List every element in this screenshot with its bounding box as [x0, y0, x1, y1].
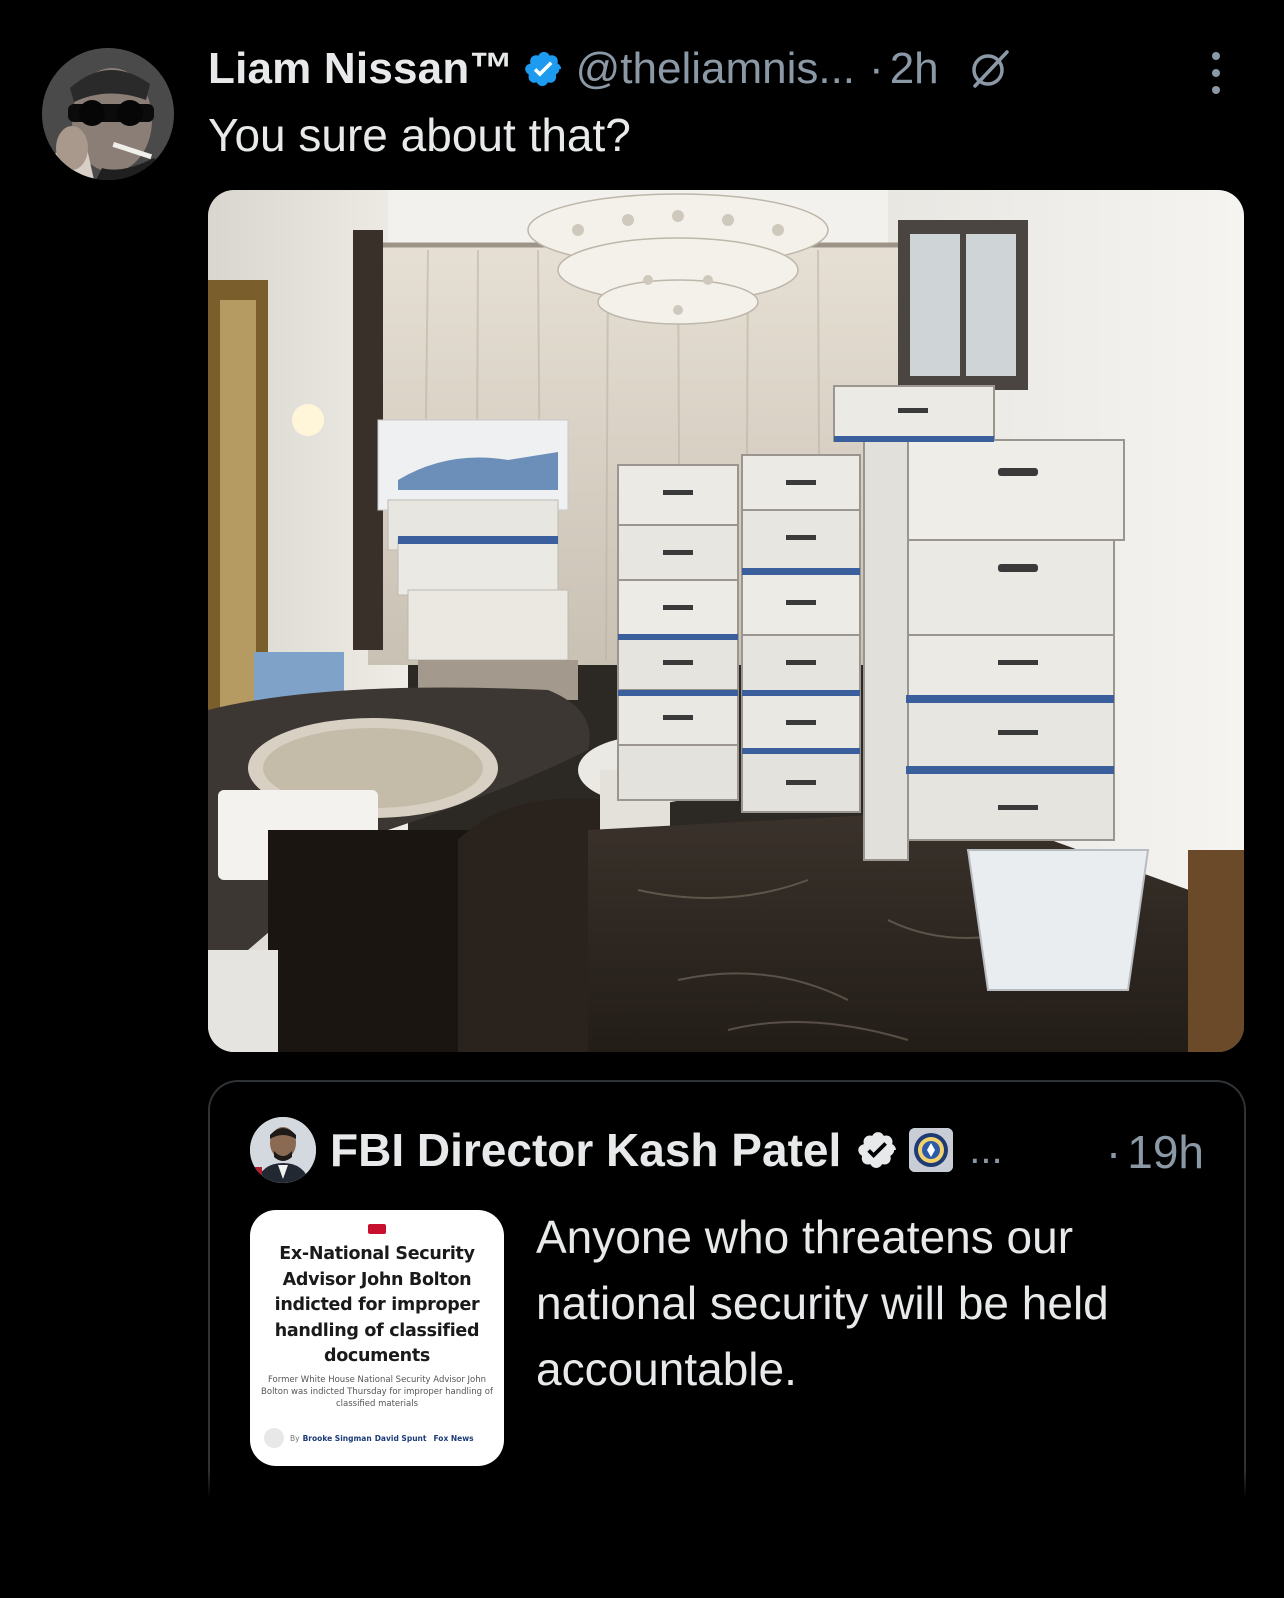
quoted-header: FBI Director Kash Patel ...	[330, 1120, 1003, 1180]
article-tag	[368, 1224, 386, 1234]
grok-icon[interactable]	[967, 46, 1013, 92]
verified-badge-icon[interactable]	[524, 49, 564, 89]
byline-publisher: Fox News	[433, 1433, 474, 1443]
separator-dot: ·	[1105, 1126, 1122, 1178]
article-subtitle: Former White House National Security Adv…	[261, 1375, 493, 1409]
author-avatar-icon	[264, 1428, 284, 1448]
article-title: Ex-National Security Advisor John Bolton…	[274, 1244, 480, 1366]
display-name[interactable]: Liam Nissan™	[208, 44, 514, 94]
fbi-seal-icon[interactable]	[909, 1128, 954, 1172]
verified-badge-icon[interactable]	[857, 1129, 899, 1171]
quoted-post[interactable]: FBI Director Kash Patel ... · 19h Ex-Nat…	[208, 1080, 1246, 1502]
avatar[interactable]	[42, 48, 174, 180]
quoted-avatar[interactable]	[250, 1117, 316, 1183]
article-byline: By Brooke Singman David Spunt Fox News	[264, 1428, 494, 1448]
post-photo[interactable]	[208, 190, 1244, 1052]
post-header: Liam Nissan™ @theliamnis... · 2h	[208, 40, 1013, 98]
timestamp[interactable]: 2h	[890, 44, 939, 94]
quoted-timestamp[interactable]: 19h	[1127, 1125, 1204, 1179]
quoted-post-text: Anyone who threatens our national securi…	[536, 1211, 1109, 1395]
post-text: You sure about that?	[208, 109, 631, 161]
quoted-display-name[interactable]: FBI Director Kash Patel	[330, 1123, 841, 1177]
handle[interactable]: @theliamnis...	[576, 44, 855, 94]
quote-fade	[200, 1470, 1260, 1510]
separator-dot: ·	[869, 44, 884, 93]
article-preview-card[interactable]: Ex-National Security Advisor John Bolton…	[250, 1210, 504, 1466]
quoted-timestamp-wrap: · 19h	[1106, 1122, 1204, 1182]
byline-author-2: David Spunt	[374, 1433, 427, 1443]
byline-author-1: Brooke Singman	[302, 1433, 372, 1443]
more-vertical-icon[interactable]	[1202, 48, 1230, 98]
byline-prefix: By	[290, 1433, 300, 1443]
post[interactable]: Liam Nissan™ @theliamnis... · 2h You sur…	[0, 0, 1284, 1598]
truncation-ellipsis: ...	[969, 1127, 1003, 1172]
